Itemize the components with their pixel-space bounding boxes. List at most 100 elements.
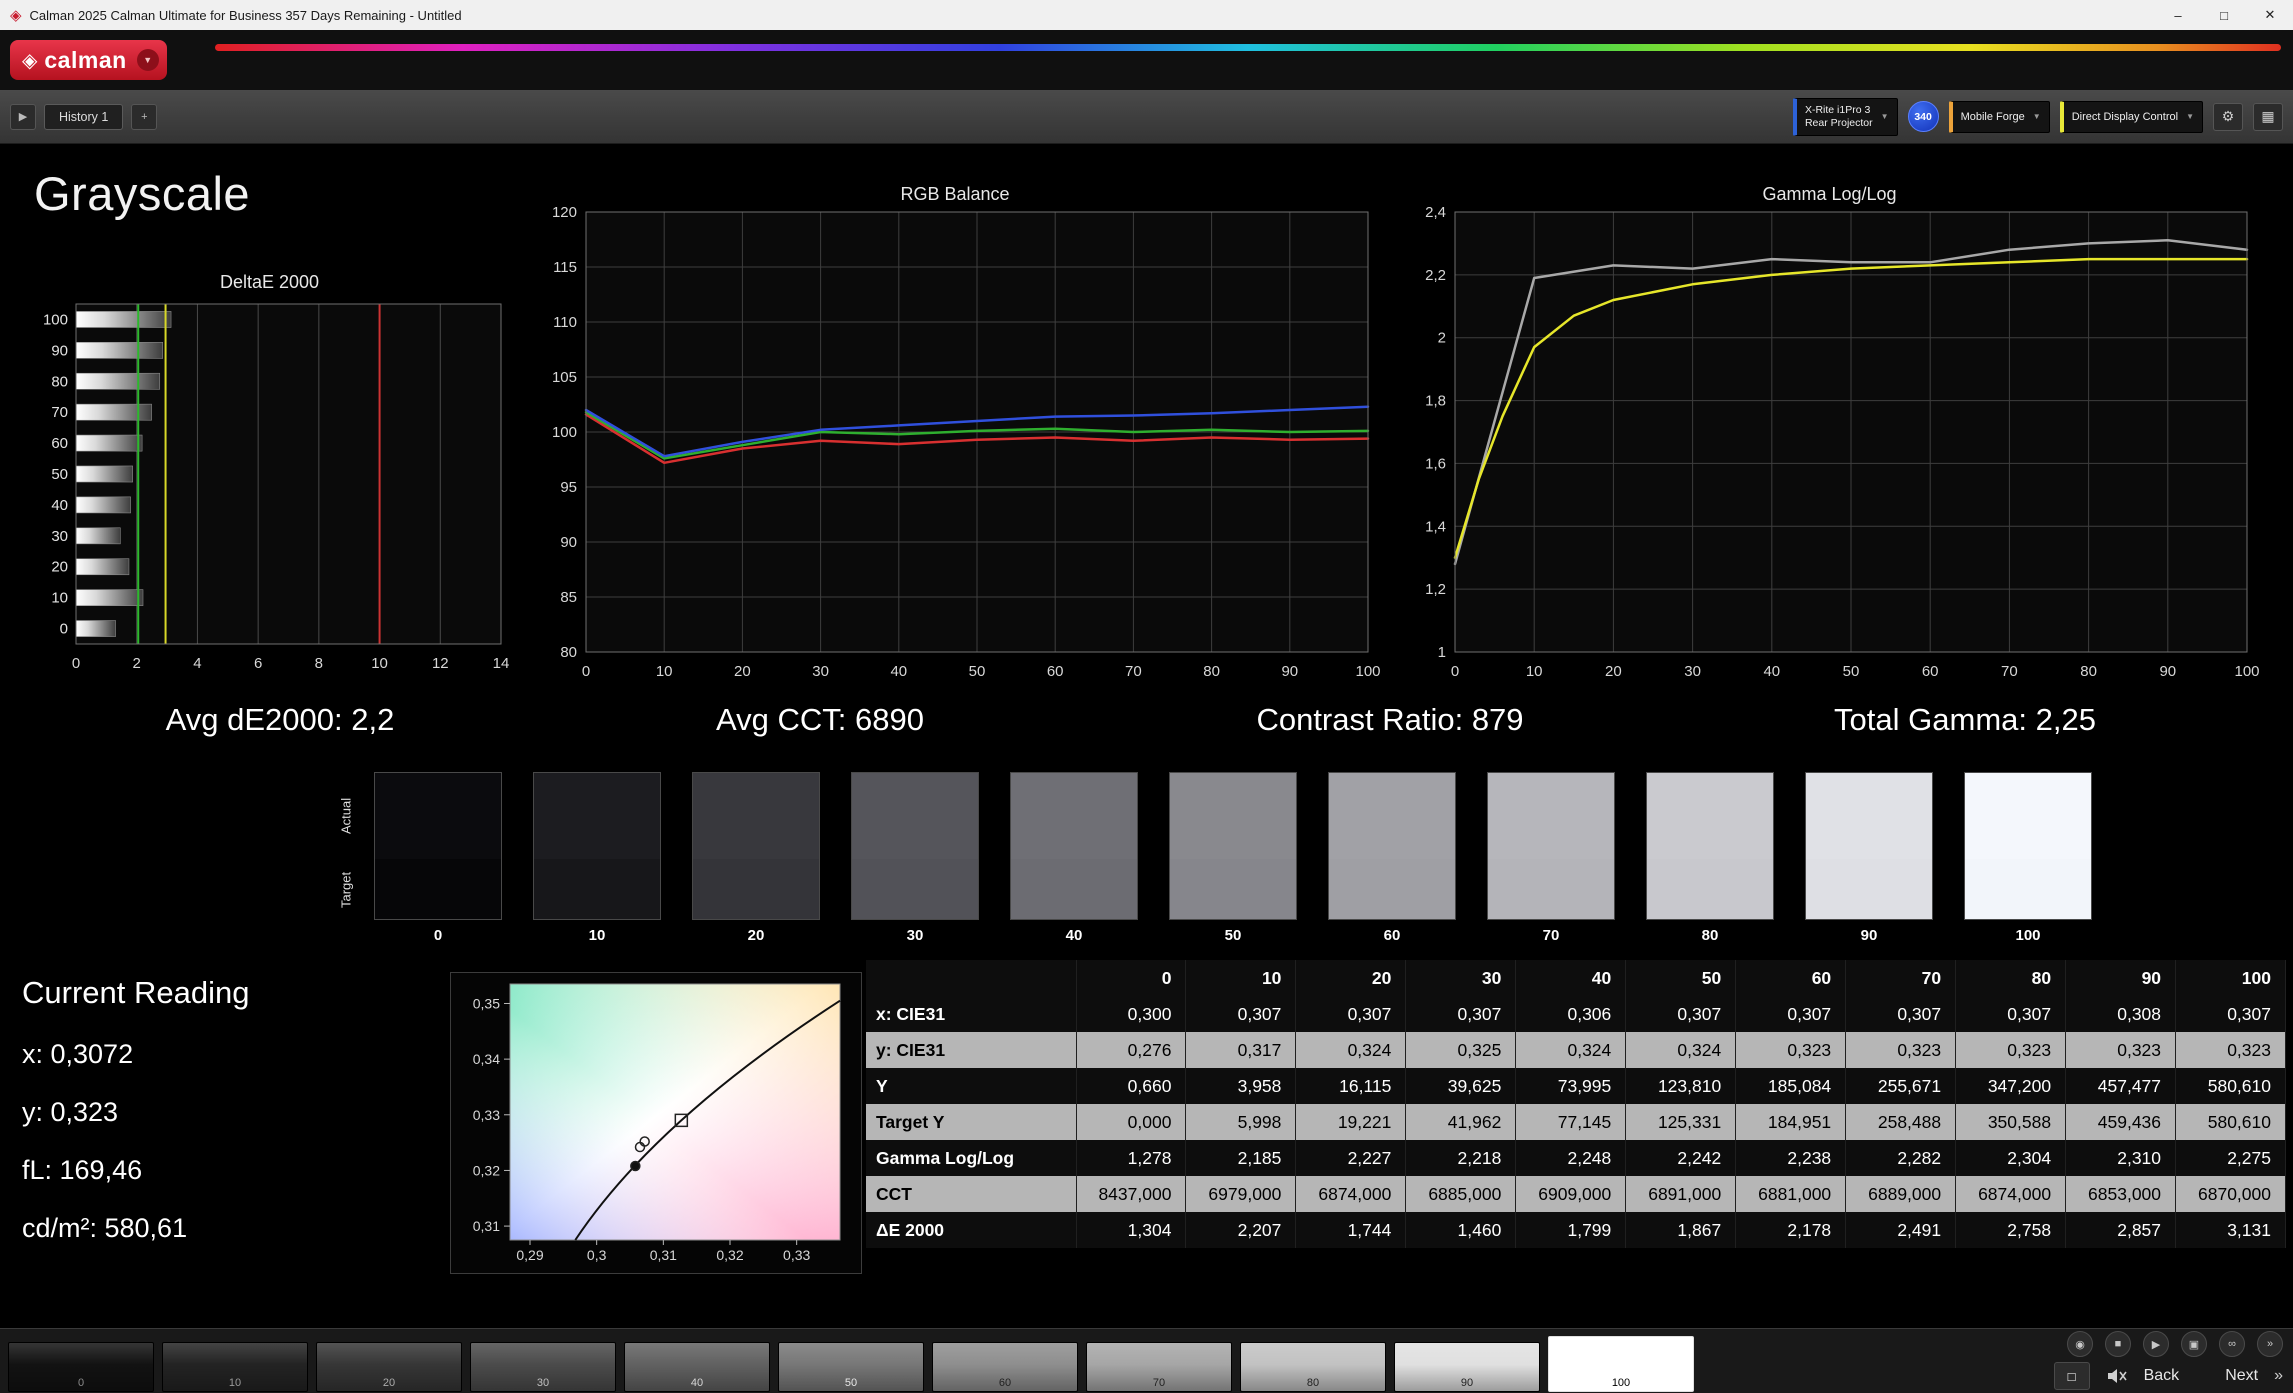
table-column-header: 70 xyxy=(1845,960,1957,996)
svg-text:20: 20 xyxy=(1605,663,1622,680)
table-row-label: Target Y xyxy=(866,1104,1077,1140)
display-control-dropdown[interactable]: Direct Display Control ▼ xyxy=(2059,100,2203,133)
calman-logo-mark-icon: ◈ xyxy=(22,49,38,72)
chevron-down-icon: ▼ xyxy=(2032,112,2041,121)
pattern-button-40[interactable]: 40 xyxy=(624,1342,770,1392)
target-label: Target xyxy=(338,871,354,909)
pattern-button-label: 100 xyxy=(1611,1377,1631,1389)
next-button[interactable]: Next xyxy=(2225,1367,2258,1385)
swatch-box xyxy=(1964,772,2092,920)
calman-logo[interactable]: ◈ calman ▼ xyxy=(10,40,167,80)
stop-icon[interactable]: ■ xyxy=(2105,1331,2131,1357)
pattern-button-30[interactable]: 30 xyxy=(470,1342,616,1392)
current-reading-panel: Current Reading x: 0,3072 y: 0,323 fL: 1… xyxy=(22,975,432,1271)
pattern-button-90[interactable]: 90 xyxy=(1394,1342,1540,1392)
swatch-box xyxy=(851,772,979,920)
svg-text:1,6: 1,6 xyxy=(1425,455,1446,472)
table-cell: 0,307 xyxy=(1625,996,1737,1032)
table-cell: 2,218 xyxy=(1405,1140,1517,1176)
rgb-balance-chart: 80 85 90 95 100 105 110 115 120 0 10 20 30 40 50 60 70 80… xyxy=(552,204,1380,680)
table-column-header: 90 xyxy=(2065,960,2177,996)
table-cell: 1,460 xyxy=(1405,1212,1517,1248)
grayscale-swatch: 0 xyxy=(374,772,502,944)
cie-xy-chart: 0,31 0,32 0,33 0,34 0,35 0,29 0,3 0,31 0,32 0,33 xyxy=(473,983,841,1263)
current-reading-cd: cd/m²: 580,61 xyxy=(22,1213,188,1243)
table-column-header: 50 xyxy=(1625,960,1737,996)
swatch-target xyxy=(1806,859,1932,919)
pattern-button-0[interactable]: 0 xyxy=(8,1342,154,1392)
svg-text:90: 90 xyxy=(2159,663,2176,680)
table-cell: 77,145 xyxy=(1515,1104,1627,1140)
maximize-button[interactable]: □ xyxy=(2201,0,2247,30)
table-cell: 459,436 xyxy=(2065,1104,2177,1140)
pattern-button-10[interactable]: 10 xyxy=(162,1342,308,1392)
transport-icon-row: ◉ ■ ▶ ▣ ∞ » xyxy=(2054,1331,2283,1357)
svg-text:20: 20 xyxy=(51,559,68,576)
rainbow-strip xyxy=(215,44,2281,51)
continuous-icon[interactable]: ∞ xyxy=(2219,1331,2245,1357)
mute-icon[interactable] xyxy=(2106,1367,2128,1385)
table-cell: 0,660 xyxy=(1076,1068,1187,1104)
svg-text:70: 70 xyxy=(51,404,68,421)
svg-text:30: 30 xyxy=(51,528,68,545)
svg-text:10: 10 xyxy=(51,590,68,607)
display-grid-button[interactable]: ▦ xyxy=(2253,102,2283,131)
svg-text:8: 8 xyxy=(315,655,323,672)
swatch-target xyxy=(1011,859,1137,919)
pattern-button-50[interactable]: 50 xyxy=(778,1342,924,1392)
table-row: Gamma Log/Log 1,278 2,185 2,227 2,218 2,248 2,… xyxy=(866,1140,2286,1176)
grayscale-swatch: 20 xyxy=(692,772,820,944)
svg-text:0,35: 0,35 xyxy=(473,995,500,1011)
chevron-down-icon: ▼ xyxy=(1880,112,1889,121)
swatch-actual xyxy=(1488,773,1614,860)
skip-icon[interactable]: » xyxy=(2257,1331,2283,1357)
avg-de2000-stat: Avg dE2000: 2,2 xyxy=(165,702,395,737)
pattern-button-label: 20 xyxy=(382,1377,396,1389)
swatch-box xyxy=(1487,772,1615,920)
back-button[interactable]: Back xyxy=(2144,1367,2180,1385)
table-row-label: x: CIE31 xyxy=(866,996,1077,1032)
pattern-button-60[interactable]: 60 xyxy=(932,1342,1078,1392)
table-cell: 6853,000 xyxy=(2065,1176,2177,1212)
swatch-box xyxy=(1328,772,1456,920)
pattern-check-icon[interactable]: ▣ xyxy=(2181,1331,2207,1357)
svg-text:6: 6 xyxy=(254,655,262,672)
svg-text:1: 1 xyxy=(1438,644,1446,661)
table-row: y: CIE31 0,276 0,317 0,324 0,325 0,324 0,324 0,… xyxy=(866,1032,2286,1068)
pattern-button-70[interactable]: 70 xyxy=(1086,1342,1232,1392)
settings-gear-button[interactable]: ⚙ xyxy=(2213,102,2243,131)
source-dropdown[interactable]: Mobile Forge ▼ xyxy=(1948,100,2050,133)
pattern-button-label: 70 xyxy=(1152,1377,1166,1389)
history-expand-button[interactable]: ▶ xyxy=(10,103,36,130)
play-icon[interactable]: ▶ xyxy=(2143,1331,2169,1357)
add-history-button[interactable]: + xyxy=(131,103,158,130)
close-button[interactable]: ✕ xyxy=(2247,0,2293,30)
history-tab[interactable]: History 1 xyxy=(44,103,124,130)
skip-forward-icon[interactable]: » xyxy=(2274,1367,2283,1385)
meter-dropdown[interactable]: X-Rite i1Pro 3 Rear Projector ▼ xyxy=(1792,97,1898,136)
table-cell: 2,310 xyxy=(2065,1140,2177,1176)
table-column-header: 0 xyxy=(1076,960,1187,996)
minimize-button[interactable]: – xyxy=(2155,0,2201,30)
pattern-button-label: 50 xyxy=(844,1377,858,1389)
meter-mode: Rear Projector xyxy=(1804,116,1873,129)
pattern-button-20[interactable]: 20 xyxy=(316,1342,462,1392)
pattern-button-100[interactable]: 100 xyxy=(1548,1336,1694,1392)
swatch-box xyxy=(1646,772,1774,920)
table-cell: 0,308 xyxy=(2065,996,2177,1032)
svg-text:105: 105 xyxy=(552,369,577,386)
pattern-window-button[interactable]: □ xyxy=(2053,1362,2090,1390)
svg-text:20: 20 xyxy=(734,663,751,680)
logo-dropdown-icon[interactable]: ▼ xyxy=(136,49,159,71)
svg-text:0: 0 xyxy=(72,655,80,672)
swatch-level-label: 50 xyxy=(1224,927,1242,944)
table-cell: 6881,000 xyxy=(1735,1176,1847,1212)
total-gamma-stat: Total Gamma: 2,25 xyxy=(1834,702,2096,737)
swatch-level-label: 30 xyxy=(906,927,924,944)
current-reading-fl: fL: 169,46 xyxy=(22,1155,143,1185)
pattern-button-80[interactable]: 80 xyxy=(1240,1342,1386,1392)
table-cell: 2,207 xyxy=(1185,1212,1297,1248)
svg-text:40: 40 xyxy=(890,663,907,680)
snapshot-icon[interactable]: ◉ xyxy=(2067,1331,2093,1357)
meter-status-badge[interactable]: 340 xyxy=(1907,101,1939,132)
